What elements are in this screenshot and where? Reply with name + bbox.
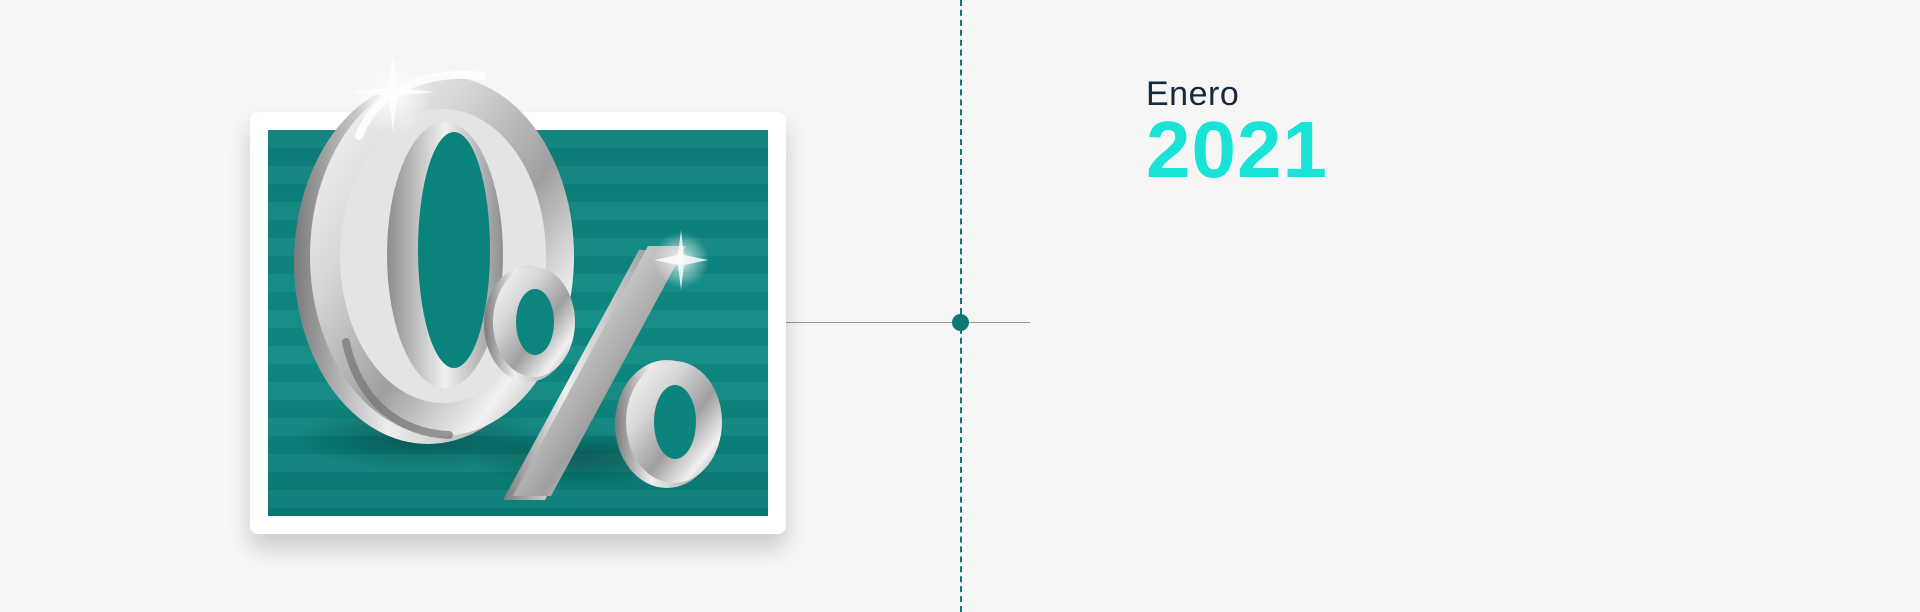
year-label: 2021 — [1146, 105, 1328, 194]
zero-percent-icon — [292, 52, 722, 500]
date-block: Enero 2021 — [1146, 74, 1328, 194]
timeline-dot — [952, 314, 969, 331]
timeline-line — [960, 0, 962, 612]
connector-line — [768, 322, 1030, 323]
